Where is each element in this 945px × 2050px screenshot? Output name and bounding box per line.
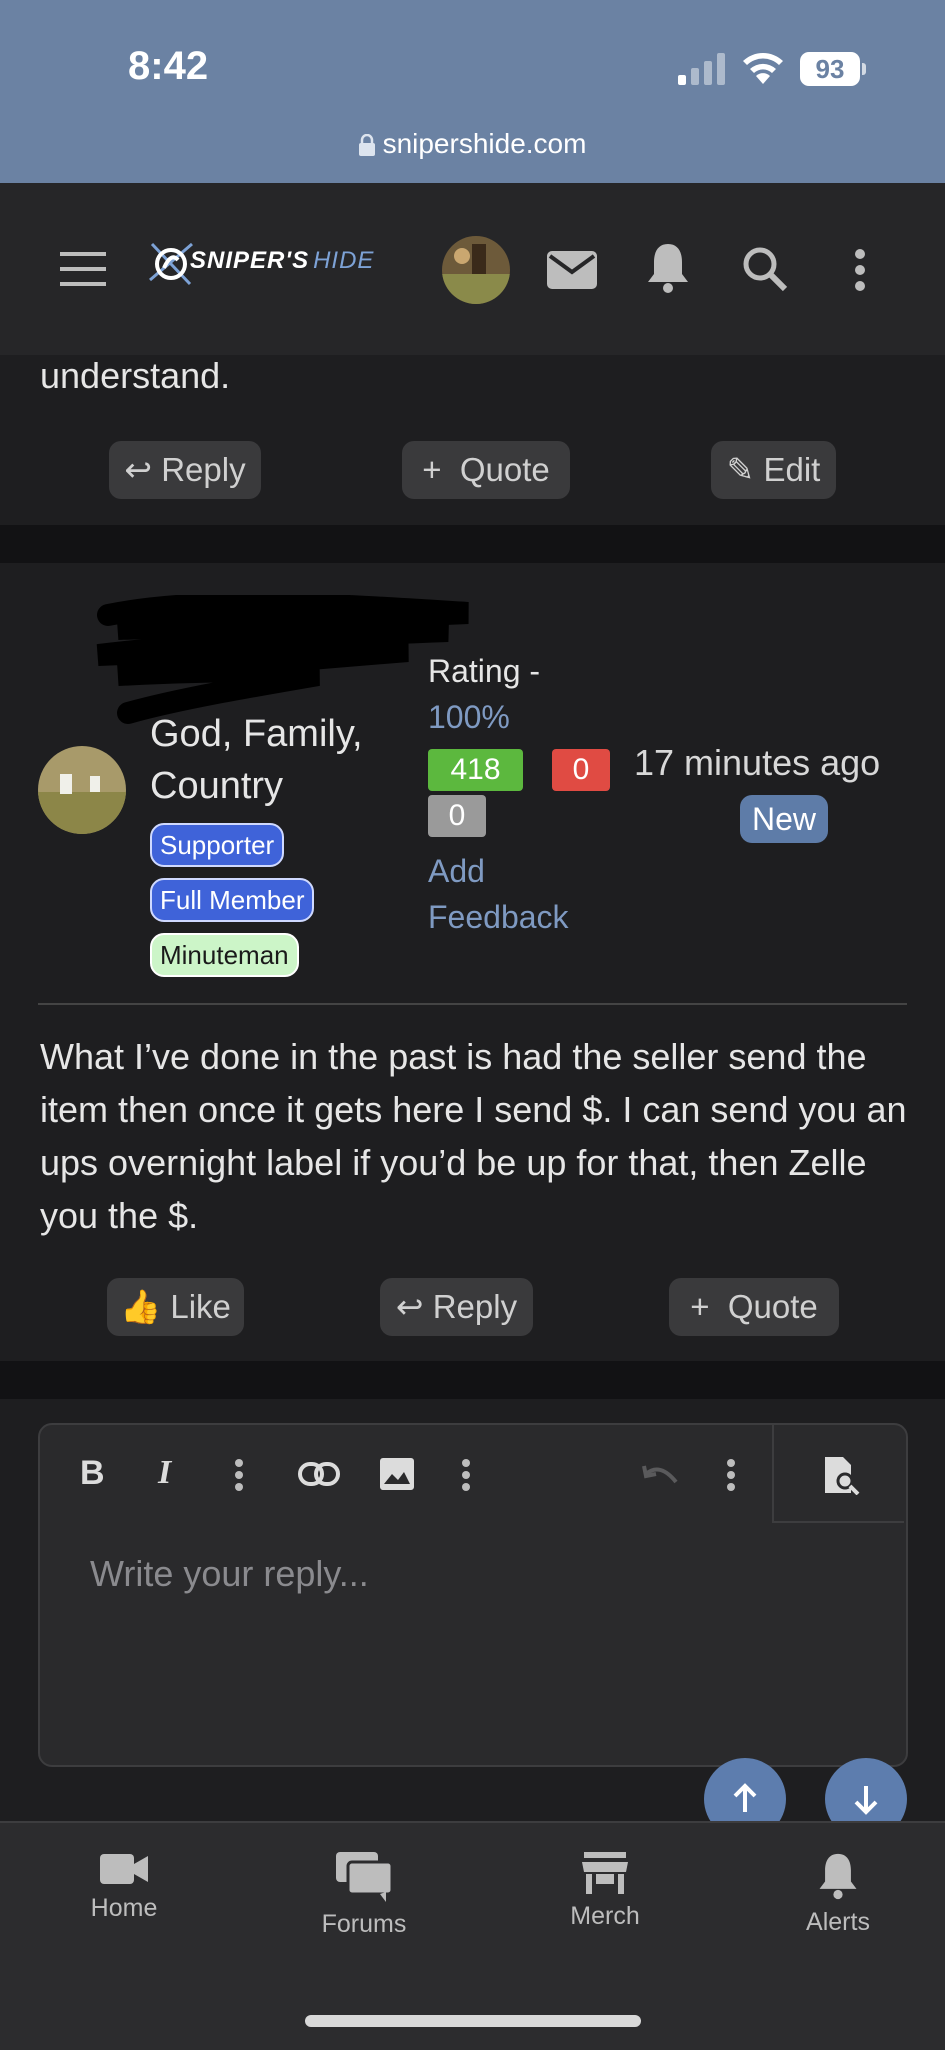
rating-neutral[interactable]: 0 xyxy=(428,795,486,837)
url-text: snipershide.com xyxy=(382,128,587,159)
edit-label: Edit xyxy=(763,451,821,488)
link-icon[interactable] xyxy=(298,1462,340,1486)
more-options-icon[interactable] xyxy=(854,248,866,292)
toolbar-separator xyxy=(772,1425,774,1523)
editor-separator xyxy=(0,1361,945,1399)
poster-avatar[interactable] xyxy=(38,746,126,834)
plus-icon: + xyxy=(422,451,442,488)
plus-icon: + xyxy=(690,1288,710,1325)
reply-label: Reply xyxy=(161,451,246,488)
quote-button[interactable]: + Quote xyxy=(402,441,570,499)
reply-placeholder[interactable]: Write your reply... xyxy=(90,1553,369,1595)
quote-label: Quote xyxy=(459,451,550,488)
pencil-icon: ✎ xyxy=(726,451,755,488)
post-divider xyxy=(38,1003,907,1005)
add-feedback-line-2: Feedback xyxy=(428,899,569,935)
chat-bubbles-icon xyxy=(336,1852,392,1902)
like-label: Like xyxy=(170,1288,231,1325)
more-editor-options-icon[interactable] xyxy=(726,1459,736,1491)
rating-negative[interactable]: 0 xyxy=(552,749,610,791)
user-title-line-1: God, Family, xyxy=(150,713,363,755)
nav-forums-label: Forums xyxy=(321,1910,407,1938)
like-button[interactable]: 👍 Like xyxy=(107,1278,244,1336)
address-bar[interactable]: snipershide.com xyxy=(0,128,945,160)
nav-forums[interactable]: Forums xyxy=(316,1852,412,1939)
post-separator xyxy=(0,525,945,563)
badge-full-member: Full Member xyxy=(150,878,315,922)
add-feedback-line-1: Add xyxy=(428,853,485,889)
add-feedback-link[interactable]: Add Feedback xyxy=(428,848,569,940)
preview-icon[interactable] xyxy=(823,1455,861,1495)
video-camera-icon xyxy=(100,1854,148,1884)
more-text-options-icon[interactable] xyxy=(234,1459,244,1491)
reply-arrow-icon: ↩ xyxy=(124,451,153,488)
rating-block: Rating - 100% xyxy=(428,648,540,740)
more-insert-options-icon[interactable] xyxy=(461,1459,471,1491)
bold-icon[interactable]: B xyxy=(80,1454,105,1493)
reply-arrow-icon: ↩ xyxy=(395,1288,424,1325)
post-body: What I’ve done in the past is had the se… xyxy=(40,1036,907,1236)
nav-merch[interactable]: Merch xyxy=(560,1852,650,1931)
hamburger-menu-icon[interactable] xyxy=(60,252,106,286)
status-time: 8:42 xyxy=(128,44,209,88)
nav-merch-label: Merch xyxy=(570,1902,640,1930)
mail-icon[interactable] xyxy=(546,250,598,290)
notifications-bell-icon[interactable] xyxy=(646,242,690,294)
post-reply-label: Reply xyxy=(432,1288,518,1325)
undo-icon[interactable] xyxy=(642,1464,680,1486)
nav-alerts-label: Alerts xyxy=(806,1908,870,1936)
store-icon xyxy=(582,1852,628,1894)
toolbar-separator-bottom xyxy=(774,1521,904,1523)
logo-text-right: HIDE xyxy=(313,247,375,274)
edit-button[interactable]: ✎ Edit xyxy=(711,441,836,499)
post-time[interactable]: 17 minutes ago xyxy=(634,742,880,784)
nav-alerts[interactable]: Alerts xyxy=(796,1852,880,1937)
home-indicator[interactable] xyxy=(305,2015,641,2027)
nav-home-label: Home xyxy=(90,1894,158,1922)
search-icon[interactable] xyxy=(742,246,788,292)
badge-minuteman: Minuteman xyxy=(150,933,299,977)
logo-text-left: SNIPER'S xyxy=(190,247,310,274)
battery-indicator: 93 xyxy=(800,52,860,86)
rating-label: Rating - xyxy=(428,653,541,689)
italic-icon[interactable]: I xyxy=(158,1454,171,1492)
badge-supporter: Supporter xyxy=(150,823,285,867)
reply-button[interactable]: ↩ Reply xyxy=(109,441,261,499)
user-avatar[interactable] xyxy=(442,236,510,304)
rating-positive[interactable]: 418 xyxy=(428,749,523,791)
wifi-icon xyxy=(743,53,783,84)
new-badge: New xyxy=(740,795,828,843)
lock-icon xyxy=(358,134,375,156)
rating-percent: 100% xyxy=(428,699,510,735)
post-quote-label: Quote xyxy=(727,1288,818,1325)
image-icon[interactable] xyxy=(380,1458,414,1490)
post-reply-button[interactable]: ↩ Reply xyxy=(380,1278,533,1336)
post-quote-button[interactable]: + Quote xyxy=(669,1278,839,1336)
battery-nub xyxy=(862,63,866,75)
redacted-username-scribble xyxy=(96,595,469,724)
bell-icon xyxy=(819,1853,857,1900)
previous-post-text: understand. xyxy=(40,355,231,396)
nav-home[interactable]: Home xyxy=(80,1852,168,1923)
thumbs-up-icon: 👍 xyxy=(120,1288,162,1325)
cellular-signal-icon xyxy=(678,53,725,85)
user-title: God, Family, Country xyxy=(150,708,363,812)
user-title-line-2: Country xyxy=(150,765,284,807)
